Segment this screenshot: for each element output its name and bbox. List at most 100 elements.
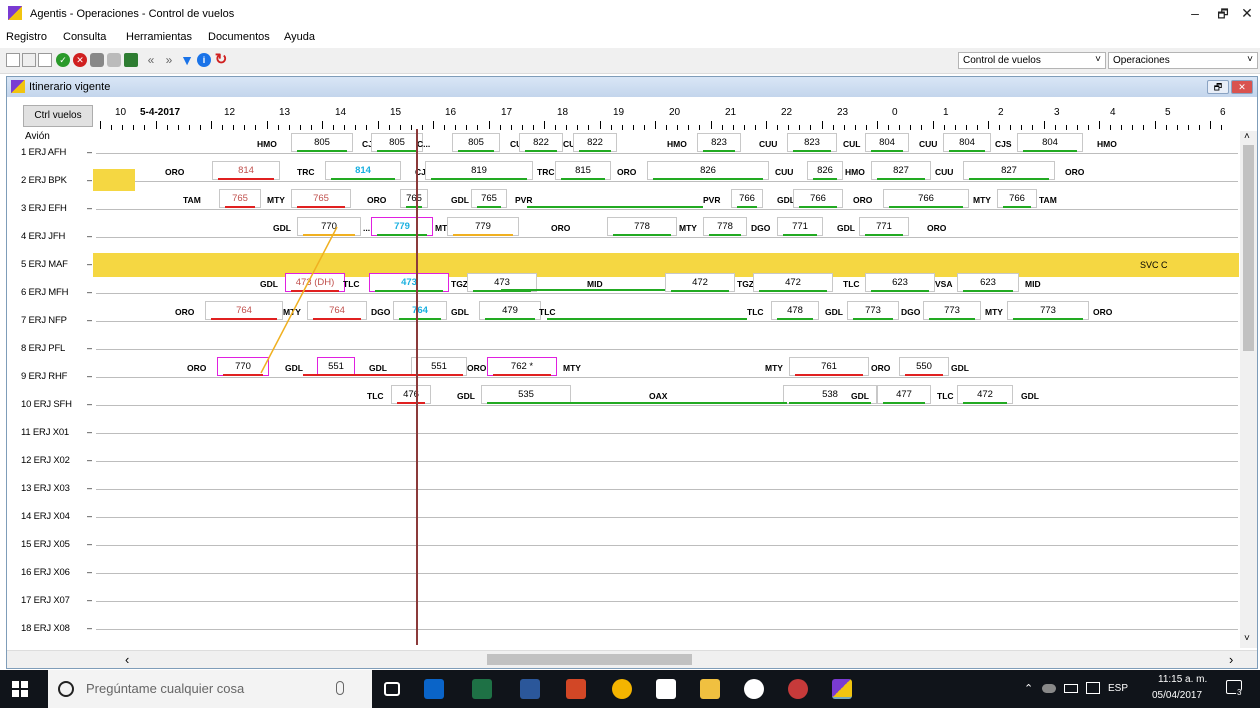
flight-bar [313, 318, 361, 320]
vertical-scrollbar[interactable]: ˄ ˅ [1240, 131, 1257, 648]
scroll-up-icon[interactable]: ˄ [1244, 131, 1250, 142]
ruler-tick [732, 125, 734, 130]
row-label: 15 ERJ X05 [21, 539, 70, 550]
cloud-icon[interactable] [1042, 684, 1056, 693]
row-baseline [96, 601, 1238, 602]
horizontal-scrollbar[interactable]: ‹ › [7, 650, 1257, 668]
airport-code: CJS [995, 139, 1012, 149]
windows-start-icon[interactable] [12, 681, 28, 697]
copy-icon[interactable] [22, 53, 36, 67]
clock-date[interactable]: 05/04/2017 [1152, 690, 1202, 701]
app-icon[interactable] [788, 679, 808, 699]
powerpoint-icon[interactable] [566, 679, 586, 699]
app-icon[interactable] [744, 679, 764, 699]
menu-documentos[interactable]: Documentos [208, 31, 270, 43]
scroll-down-icon[interactable]: ˅ [1244, 633, 1250, 644]
ruler-tick [943, 125, 945, 130]
flight-bar [671, 290, 729, 292]
flight-bar [561, 178, 605, 180]
airport-code: CUU [935, 167, 954, 177]
flight-bar [799, 206, 837, 208]
ruler-tick [544, 121, 545, 129]
agentis-taskbar-icon[interactable] [832, 679, 852, 699]
print-icon[interactable] [107, 53, 121, 67]
minimize-button[interactable]: – [1180, 5, 1210, 23]
info-icon[interactable]: i [197, 53, 211, 67]
hour-label: 20 [669, 107, 681, 118]
ruler-tick [244, 125, 246, 130]
airport-code: TRC [297, 167, 315, 177]
module-dropdown[interactable]: Control de vuelos ˅ [958, 52, 1106, 69]
ruler-tick [1076, 125, 1078, 130]
previous-icon[interactable]: « [144, 53, 158, 67]
clock-time[interactable]: 11:15 a. m. [1158, 674, 1207, 685]
scroll-right-icon[interactable]: › [1229, 652, 1233, 667]
ruler-tick [1198, 125, 1200, 130]
area-dropdown[interactable]: Operaciones ˅ [1108, 52, 1258, 69]
ruler-tick [1221, 125, 1223, 130]
database-icon[interactable] [90, 53, 104, 67]
refresh-icon[interactable]: ↻ [214, 52, 228, 67]
vertical-scroll-thumb[interactable] [1243, 145, 1254, 351]
row-baseline [96, 321, 1238, 322]
ruler-tick [910, 125, 912, 130]
menu-herramientas[interactable]: Herramientas [126, 31, 192, 43]
excel-icon[interactable] [472, 679, 492, 699]
flight-bar [377, 234, 427, 236]
outlook-icon[interactable] [424, 679, 444, 699]
filter-icon[interactable]: ▼ [180, 53, 194, 67]
row2-yellow-block[interactable] [93, 169, 135, 191]
menu-consulta[interactable]: Consulta [63, 31, 106, 43]
ruler-tick [1065, 125, 1067, 130]
excel-icon[interactable] [124, 53, 138, 67]
flight-bar [431, 178, 527, 180]
flight-bar [653, 178, 763, 180]
flight-bar [579, 150, 611, 152]
airport-code: TLC [343, 279, 360, 289]
horizontal-scroll-thumb[interactable] [487, 654, 692, 665]
ruler-tick [1087, 125, 1089, 130]
language-indicator[interactable]: ESP [1108, 683, 1128, 694]
airport-code: GDL [369, 363, 387, 373]
ruler-tick [699, 125, 701, 130]
menu-ayuda[interactable]: Ayuda [284, 31, 315, 43]
ruler-tick [310, 125, 312, 130]
route-line [303, 374, 463, 376]
network-icon[interactable] [1086, 682, 1100, 694]
file-explorer-icon[interactable] [700, 679, 720, 699]
scroll-left-icon[interactable]: ‹ [125, 652, 129, 667]
taskbar: Pregúntame cualquier cosa ⌃ ESP 11:15 a.… [0, 670, 1260, 708]
row-label: 11 ERJ X01 [21, 427, 69, 438]
row-dash: – [87, 539, 93, 549]
airport-code: ORO [1065, 167, 1085, 177]
cancel-icon[interactable]: ✕ [73, 53, 87, 67]
airport-code: GDL [837, 223, 855, 233]
battery-icon[interactable] [1064, 684, 1078, 693]
chevron-down-icon: ˅ [1095, 54, 1101, 65]
ruler-tick [610, 125, 612, 130]
hour-label: 14 [335, 107, 347, 118]
ruler-tick [743, 125, 745, 130]
ruler-tick [166, 125, 168, 130]
close-button[interactable]: ✕ [1232, 5, 1260, 23]
taskbar-search[interactable]: Pregúntame cualquier cosa [48, 670, 372, 708]
maintenance-label: SVC C [1140, 260, 1168, 270]
hour-label: 16 [445, 107, 457, 118]
check-icon[interactable]: ✓ [56, 53, 70, 67]
airport-code: C... [417, 139, 431, 149]
airport-code: ORO [467, 363, 487, 373]
airport-code: HMO [257, 139, 277, 149]
chrome-icon[interactable] [612, 679, 632, 699]
ruler-tick [788, 125, 790, 130]
row-dash: – [87, 259, 93, 269]
word-icon[interactable] [520, 679, 540, 699]
store-icon[interactable] [656, 679, 676, 699]
menu-registro[interactable]: Registro [6, 31, 47, 43]
row-dash: – [87, 315, 93, 325]
microphone-icon[interactable] [336, 681, 344, 695]
next-icon[interactable]: » [162, 53, 176, 67]
tray-chevron-icon[interactable]: ⌃ [1024, 682, 1033, 695]
edit-icon[interactable] [38, 53, 52, 67]
new-icon[interactable] [6, 53, 20, 67]
task-view-icon[interactable] [384, 682, 400, 696]
